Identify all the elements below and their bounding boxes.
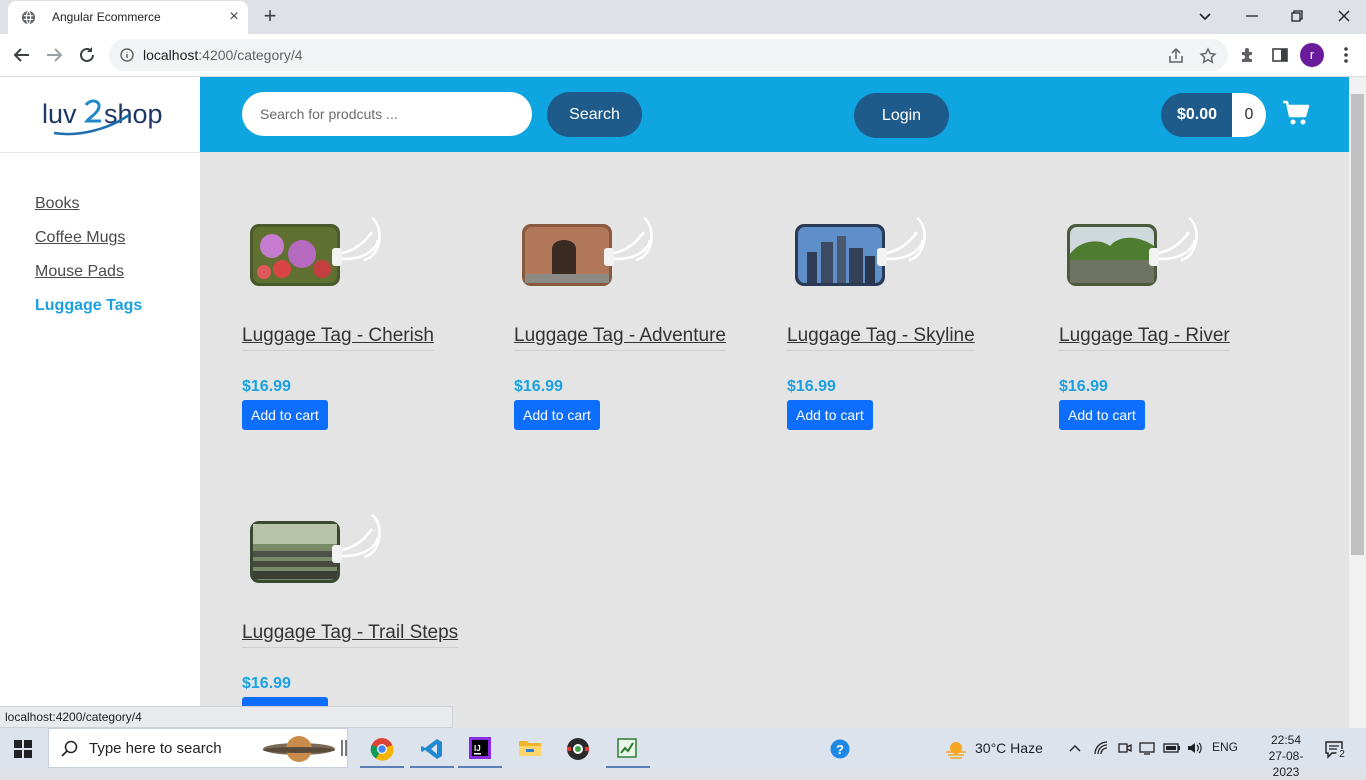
url-text: localhost:4200/category/4 xyxy=(143,47,303,63)
product-image-skyline[interactable] xyxy=(787,214,937,294)
chevron-up-icon[interactable] xyxy=(1068,741,1082,755)
svg-text:IJ: IJ xyxy=(474,744,481,753)
share-icon[interactable] xyxy=(1167,47,1185,65)
status-bar-url: localhost:4200/category/4 xyxy=(0,706,453,728)
side-panel-icon[interactable] xyxy=(1271,46,1289,64)
logo-area: luv shop xyxy=(0,77,200,153)
svg-text:luv: luv xyxy=(42,99,77,129)
battery-icon[interactable] xyxy=(1163,740,1181,756)
volume-icon[interactable] xyxy=(1186,740,1204,756)
clock[interactable]: 22:54 27-08-2023 xyxy=(1262,732,1310,780)
product-price: $16.99 xyxy=(242,675,291,692)
windows-taskbar: Type here to search IJ ? 30°C Haze ENG 2… xyxy=(0,728,1366,779)
site-header: Search Login $0.00 0 xyxy=(200,77,1349,152)
product-name[interactable]: Luggage Tag - Adventure xyxy=(514,325,726,351)
sidebar: luv shop Books Coffee Mugs Mouse Pads Lu… xyxy=(0,77,200,728)
restore-icon[interactable] xyxy=(1285,4,1309,28)
page-viewport: luv shop Books Coffee Mugs Mouse Pads Lu… xyxy=(0,77,1349,728)
vscode-icon[interactable] xyxy=(420,737,444,761)
close-tab-icon[interactable]: × xyxy=(226,9,242,25)
clock-time: 22:54 xyxy=(1270,733,1302,747)
add-to-cart-button[interactable]: Add to cart xyxy=(514,400,600,430)
reload-icon[interactable] xyxy=(76,44,98,66)
category-luggage-tags[interactable]: Luggage Tags xyxy=(35,297,142,331)
product-price: $16.99 xyxy=(514,378,563,395)
minimize-icon[interactable] xyxy=(1240,4,1264,28)
extensions-icon[interactable] xyxy=(1239,46,1257,64)
browser-tab[interactable]: Angular Ecommerce × xyxy=(8,1,248,34)
category-mouse-pads[interactable]: Mouse Pads xyxy=(35,263,142,297)
add-to-cart-button[interactable]: Add to cart xyxy=(787,400,873,430)
product-price: $16.99 xyxy=(1059,378,1108,395)
cart-count[interactable]: 0 xyxy=(1232,93,1266,137)
site-info-icon[interactable] xyxy=(120,48,134,62)
cart-total[interactable]: $0.00 xyxy=(1161,93,1233,137)
product-image-adventure[interactable] xyxy=(514,214,664,294)
category-list: Books Coffee Mugs Mouse Pads Luggage Tag… xyxy=(35,195,142,331)
weather-text[interactable]: 30°C Haze xyxy=(975,740,1043,756)
chrome-icon[interactable] xyxy=(370,737,394,761)
category-books[interactable]: Books xyxy=(35,195,142,229)
language-indicator[interactable]: ENG xyxy=(1212,740,1238,754)
file-explorer-icon[interactable] xyxy=(518,738,542,758)
browser-toolbar: localhost:4200/category/4 r xyxy=(0,34,1366,77)
product-name[interactable]: Luggage Tag - Cherish xyxy=(242,325,434,351)
luv2shop-logo[interactable]: luv shop xyxy=(40,93,165,137)
product-image-cherish[interactable] xyxy=(242,214,392,294)
weather-haze-icon xyxy=(946,742,966,759)
meet-icon[interactable] xyxy=(1116,740,1132,756)
product-price: $16.99 xyxy=(242,378,291,395)
back-icon[interactable] xyxy=(11,44,33,66)
shopping-cart-icon[interactable] xyxy=(1282,100,1310,126)
product-name[interactable]: Luggage Tag - Skyline xyxy=(787,325,975,351)
product-name[interactable]: Luggage Tag - River xyxy=(1059,325,1230,351)
notification-count-badge: 2 xyxy=(1336,749,1348,761)
app-ball-icon[interactable] xyxy=(566,737,590,761)
windows-start-icon[interactable] xyxy=(14,740,32,758)
close-window-icon[interactable] xyxy=(1332,4,1356,28)
product-image-trail-steps[interactable] xyxy=(242,511,392,591)
task-view-icon[interactable] xyxy=(340,738,348,758)
page-scrollbar[interactable] xyxy=(1349,77,1366,728)
more-menu-icon[interactable] xyxy=(1338,44,1354,66)
category-coffee-mugs[interactable]: Coffee Mugs xyxy=(35,229,142,263)
address-bar[interactable]: localhost:4200/category/4 xyxy=(109,39,1228,71)
product-price: $16.99 xyxy=(787,378,836,395)
network-icon[interactable] xyxy=(1093,740,1109,756)
add-to-cart-button[interactable]: Add to cart xyxy=(242,400,328,430)
help-icon[interactable]: ? xyxy=(830,739,850,759)
bookmark-star-icon[interactable] xyxy=(1199,47,1217,65)
tab-search-icon[interactable] xyxy=(1193,4,1217,28)
add-to-cart-button[interactable]: Add to cart xyxy=(1059,400,1145,430)
globe-icon xyxy=(21,10,36,25)
forward-icon[interactable] xyxy=(43,44,65,66)
svg-text:?: ? xyxy=(836,742,844,757)
profile-avatar[interactable]: r xyxy=(1300,43,1324,67)
browser-tab-bar: Angular Ecommerce × + xyxy=(0,0,1366,34)
search-icon xyxy=(61,740,78,757)
product-search-input[interactable] xyxy=(242,92,532,136)
intellij-icon[interactable]: IJ xyxy=(469,737,491,759)
search-button[interactable]: Search xyxy=(547,92,642,137)
scrollbar-thumb[interactable] xyxy=(1351,94,1364,555)
display-icon[interactable] xyxy=(1139,740,1155,756)
clock-date: 27-08-2023 xyxy=(1268,749,1304,779)
search-highlight-saturn-icon xyxy=(263,736,335,762)
notepad-chart-icon[interactable] xyxy=(616,737,638,759)
taskbar-search-placeholder: Type here to search xyxy=(89,740,222,757)
taskbar-search-box[interactable]: Type here to search xyxy=(48,728,348,768)
tab-title: Angular Ecommerce xyxy=(52,10,161,24)
product-name[interactable]: Luggage Tag - Trail Steps xyxy=(242,622,459,648)
new-tab-icon[interactable]: + xyxy=(259,5,281,28)
product-image-river[interactable] xyxy=(1059,214,1209,294)
login-button[interactable]: Login xyxy=(854,93,949,138)
